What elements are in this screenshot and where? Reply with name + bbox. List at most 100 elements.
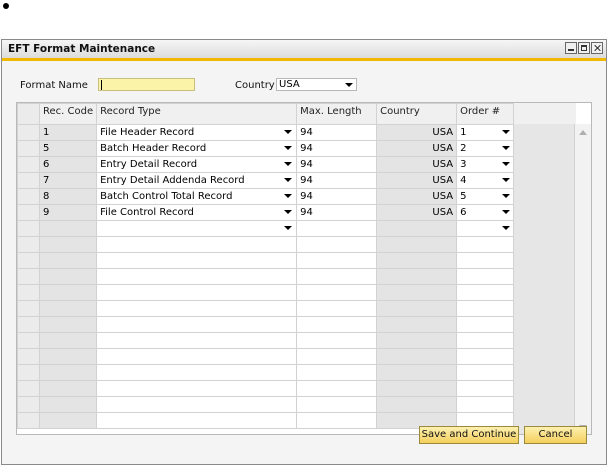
record-grid: Rec. Code Record Type Max. Length Countr… [16,102,592,435]
dropdown-arrow-icon[interactable] [502,194,511,198]
dropdown-arrow-icon[interactable] [502,162,511,166]
order-cell[interactable]: 6 [456,204,516,221]
record-type-value: Entry Detail Addenda Record [100,175,245,186]
column-header-max-length[interactable]: Max. Length [296,103,378,125]
row-header [17,252,40,269]
record-type-cell[interactable] [96,220,298,237]
column-header-rec-code[interactable]: Rec. Code [38,103,98,125]
close-icon[interactable] [591,42,603,54]
record-type-cell[interactable]: Batch Header Record [96,140,298,157]
max-length-cell[interactable]: 94 [296,172,378,189]
table-row-new[interactable] [17,220,516,237]
record-type-cell[interactable]: Entry Detail Addenda Record [96,172,298,189]
text-caret [101,80,102,90]
max-length-cell[interactable]: 94 [296,188,378,205]
column-header-order[interactable]: Order # [456,103,516,125]
max-length-cell[interactable]: 94 [296,204,378,221]
row-header[interactable] [17,220,40,237]
record-type-cell[interactable]: File Header Record [96,124,298,141]
title-bar[interactable]: EFT Format Maintenance [2,40,606,58]
table-row[interactable]: 6 Entry Detail Record 94 USA 3 [17,156,516,173]
column-header-country[interactable]: Country [376,103,458,125]
empty-cell [96,332,298,349]
table-row[interactable]: 1 File Header Record 94 USA 1 [17,124,516,141]
empty-cell [376,284,458,301]
row-header[interactable] [17,156,40,173]
record-type-value: Batch Header Record [100,143,207,154]
dropdown-arrow-icon[interactable] [502,146,511,150]
dropdown-arrow-icon[interactable] [284,226,293,230]
table-row[interactable]: 5 Batch Header Record 94 USA 2 [17,140,516,157]
dropdown-arrow-icon[interactable] [502,226,511,230]
column-header-record-type[interactable]: Record Type [96,103,298,125]
table-row[interactable]: 9 File Control Record 94 USA 6 [17,204,516,221]
max-length-cell[interactable] [296,220,378,237]
order-cell[interactable]: 2 [456,140,516,157]
empty-cell [376,396,458,413]
dropdown-arrow-icon[interactable] [284,130,293,134]
format-name-input[interactable] [98,78,195,91]
minimize-icon[interactable] [565,42,577,54]
empty-cell [38,236,98,253]
record-type-cell[interactable]: Batch Control Total Record [96,188,298,205]
dropdown-arrow-icon[interactable] [502,130,511,134]
max-length-cell[interactable]: 94 [296,124,378,141]
row-header[interactable] [17,204,40,221]
dropdown-arrow-icon[interactable] [502,178,511,182]
order-value: 2 [460,143,467,154]
empty-cell [38,364,98,381]
country-cell: USA [376,156,458,173]
empty-cell [456,284,516,301]
dropdown-arrow-icon[interactable] [284,210,293,214]
order-cell[interactable] [456,220,516,237]
empty-cell [456,364,516,381]
record-type-cell[interactable]: Entry Detail Record [96,156,298,173]
table-row[interactable]: 7 Entry Detail Addenda Record 94 USA 4 [17,172,516,189]
maximize-icon[interactable] [578,42,590,54]
row-header [17,284,40,301]
empty-cell [96,236,298,253]
order-cell[interactable]: 4 [456,172,516,189]
empty-cell [38,412,98,429]
order-cell[interactable]: 5 [456,188,516,205]
dropdown-arrow-icon[interactable] [284,194,293,198]
row-header[interactable] [17,172,40,189]
save-and-continue-button[interactable]: Save and Continue [419,426,519,444]
order-cell[interactable]: 3 [456,156,516,173]
country-select[interactable]: USA [276,78,357,91]
row-header [17,236,40,253]
eft-format-window: EFT Format Maintenance Format Name Count… [1,39,607,465]
empty-cell [296,412,378,429]
record-type-value: File Header Record [100,127,195,138]
order-cell[interactable]: 1 [456,124,516,141]
empty-cell [456,268,516,285]
scroll-up-icon[interactable] [579,130,587,135]
row-header[interactable] [17,124,40,141]
empty-row [17,348,516,365]
dropdown-arrow-icon[interactable] [345,83,353,87]
dropdown-arrow-icon[interactable] [284,146,293,150]
empty-cell [376,236,458,253]
empty-cell [38,332,98,349]
dropdown-arrow-icon[interactable] [284,178,293,182]
max-length-cell[interactable]: 94 [296,156,378,173]
empty-cell [296,332,378,349]
dropdown-arrow-icon[interactable] [502,210,511,214]
row-header[interactable] [17,140,40,157]
empty-row [17,396,516,413]
row-header[interactable] [17,188,40,205]
record-type-cell[interactable]: File Control Record [96,204,298,221]
empty-cell [296,252,378,269]
window-title: EFT Format Maintenance [8,43,156,55]
vertical-scrollbar[interactable] [574,124,591,434]
rec-code-cell: 8 [38,188,98,205]
rec-code-cell: 7 [38,172,98,189]
row-header [17,332,40,349]
empty-row [17,252,516,269]
table-row[interactable]: 8 Batch Control Total Record 94 USA 5 [17,188,516,205]
rec-code-cell: 9 [38,204,98,221]
dropdown-arrow-icon[interactable] [284,162,293,166]
cancel-button[interactable]: Cancel [524,426,587,444]
max-length-cell[interactable]: 94 [296,140,378,157]
row-header [17,300,40,317]
